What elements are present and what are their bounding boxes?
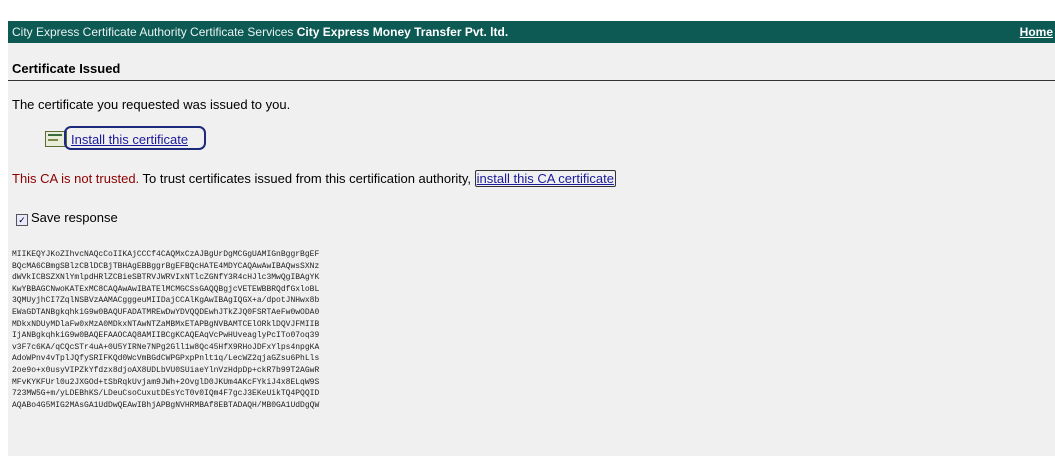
pem-line: IjANBgkqhkiG9w0BAQEFAAOCAQ8AMIIBCgKCAQEA… bbox=[12, 331, 320, 341]
save-response-checkbox[interactable]: ✓ bbox=[16, 214, 28, 226]
install-certificate-row: Install this certificate bbox=[38, 123, 210, 155]
home-link[interactable]: Home bbox=[1020, 21, 1053, 43]
section-title: Certificate Issued bbox=[12, 61, 121, 76]
pem-line: BQcMA6CBmgSBlzCBlDCBjTBHAgEBBggrBgEFBQcH… bbox=[12, 261, 320, 271]
pem-line: MDkxNDUyMDlaFw0xMzA0MDkxNTAwNTZaMBMxETAP… bbox=[12, 319, 320, 329]
save-response-row: ✓ Save response bbox=[16, 210, 118, 226]
certificate-response-text: MIIKEQYJKoZIhvcNAQcCoIIKAjCCCf4CAQMxCzAJ… bbox=[12, 249, 652, 456]
pem-line: AQABo4G5MIG2MAsGA1UdDwQEAwIBhjAPBgNVHRMB… bbox=[12, 400, 320, 410]
pem-line: AdoWPnv4vTplJQfySRIFKQd0WcVmBGdCWPGPxpPn… bbox=[12, 354, 320, 364]
company-name: City Express Money Transfer Pvt. ltd. bbox=[296, 25, 509, 39]
pem-line: dWVkICBSZXNlYmlpdHRlZCBieSBTRVJWRVIxNTlc… bbox=[12, 273, 320, 283]
header-bar: City Express Certificate Authority Certi… bbox=[8, 21, 1055, 43]
pem-line: MFvKYKFUrl0u2JXGOd+tSbRqkUvjam9JWh+2Ovgl… bbox=[12, 377, 320, 387]
section-divider bbox=[8, 80, 1055, 81]
trust-notice: This CA is not trusted. To trust certifi… bbox=[12, 170, 616, 187]
pem-line: v3F7c6KA/qCQcSTr4uA+0U5YIRNe7NPg2Gll1w8Q… bbox=[12, 342, 320, 352]
pem-line: 3QMUyjhCI7ZqlNSBVzAAMACgggeuMIIDajCCAlKg… bbox=[12, 296, 320, 306]
save-response-label: Save response bbox=[31, 210, 118, 225]
main-content: Certificate Issued The certificate you r… bbox=[8, 43, 1055, 456]
trust-warning: This CA is not trusted. bbox=[12, 171, 140, 186]
pem-line: EWaGDTANBgkqhkiG9w0BAQUFADATMREwDwYDVQQD… bbox=[12, 307, 320, 317]
title-prefix: City Express Certificate Authority Certi… bbox=[12, 25, 297, 39]
install-ca-certificate-link[interactable]: install this CA certificate bbox=[474, 170, 616, 187]
issued-message: The certificate you requested was issued… bbox=[12, 97, 291, 112]
pem-line: 2oe9o+x0usyVIPZkYfdzx8djoAX8UDLbVU0SUiae… bbox=[12, 365, 320, 375]
install-certificate-link[interactable]: Install this certificate bbox=[64, 126, 206, 150]
pem-line: 723MW5G+m/yLDEBhKS/LDeuCsoCuxutDEsYcT0v0… bbox=[12, 389, 320, 399]
page-title: City Express Certificate Authority Certi… bbox=[12, 21, 508, 43]
trust-text: To trust certificates issued from this c… bbox=[139, 171, 475, 186]
pem-line: KwYBBAGCNwoKATExMC8CAQAwAwIBATElMCMGCSsG… bbox=[12, 284, 320, 294]
pem-line: MIIKEQYJKoZIhvcNAQcCoIIKAjCCCf4CAQMxCzAJ… bbox=[12, 250, 320, 259]
